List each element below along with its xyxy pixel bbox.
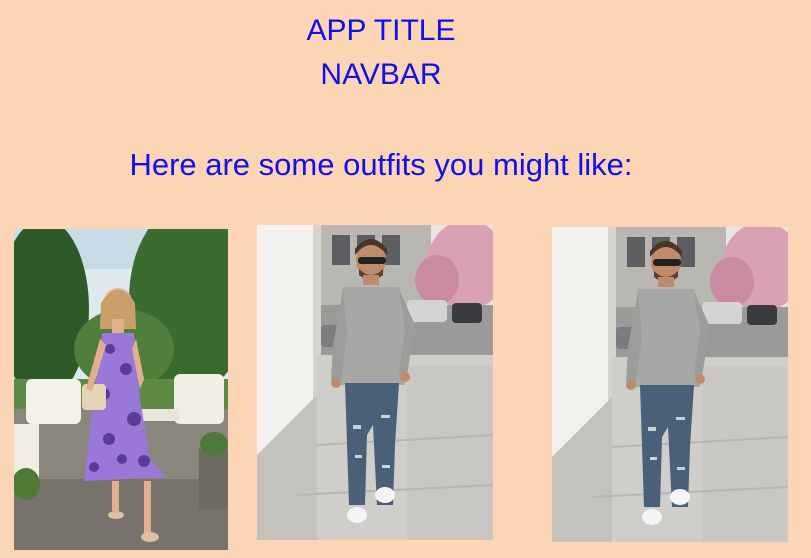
app-title: APP TITLE <box>306 14 456 47</box>
outfit-image-1[interactable] <box>14 229 228 550</box>
outfit-image-3[interactable] <box>552 227 788 542</box>
outfit-photo-woman-dress <box>14 229 228 550</box>
navbar[interactable]: NAVBAR <box>0 57 762 93</box>
outfits-heading: Here are some outfits you might like: <box>129 147 633 182</box>
outfit-photo-man-casual <box>552 227 788 542</box>
outfit-photo-man-casual <box>257 225 493 540</box>
outfit-image-2[interactable] <box>257 225 493 540</box>
